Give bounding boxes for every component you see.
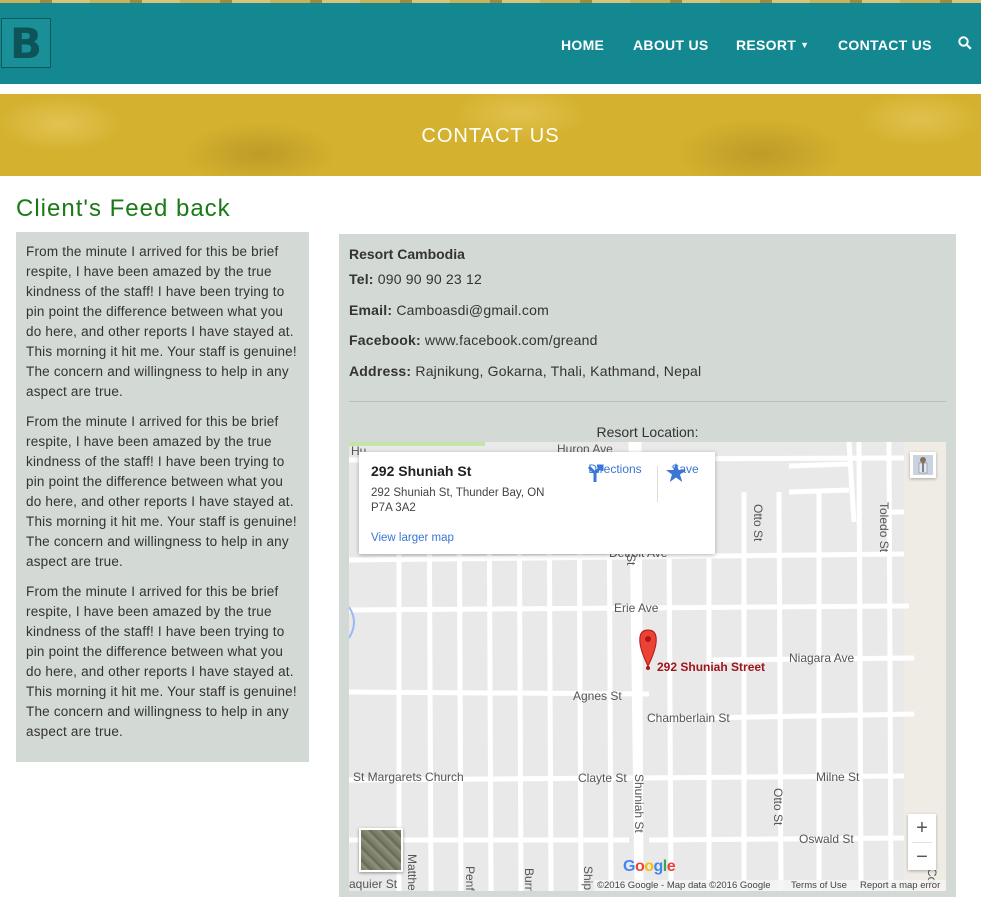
embedded-map[interactable]: Huron Ave Detroit Ave Erie Ave Niagara A… (349, 442, 946, 891)
save-button[interactable]: Save (665, 462, 705, 482)
street-label: St (624, 554, 638, 566)
caret-down-icon: ▼ (800, 40, 810, 50)
street-label: Ship (581, 866, 595, 891)
zoom-out-button[interactable]: − (908, 843, 936, 871)
location-label: Resort Location: (596, 424, 699, 440)
satellite-toggle[interactable] (359, 828, 403, 872)
street-label: Matthe (405, 854, 419, 891)
address-line: Address: Rajnikung, Gokarna, Thali, Kath… (349, 363, 701, 379)
tel-line: Tel: 090 90 90 23 12 (349, 271, 482, 287)
street-label: Erie Ave (614, 601, 659, 615)
map-info-card: 292 Shuniah St 292 Shuniah St, Thunder B… (359, 452, 715, 554)
google-logo[interactable]: Google (623, 858, 676, 876)
tel-value: 090 90 90 23 12 (377, 271, 482, 287)
google-logo-letter: g (653, 858, 664, 875)
street-label: Toledo St (877, 502, 891, 553)
street-label: aquier St (349, 877, 398, 891)
zoom-control: + − (908, 814, 936, 870)
place-address: 292 Shuniah St, Thunder Bay, ON P7A 3A2 (371, 487, 545, 514)
google-logo-letter: o (644, 858, 654, 875)
google-logo-letter: e (666, 858, 676, 875)
page-banner: CONTACT US (0, 94, 981, 176)
google-logo-letter: o (634, 858, 645, 875)
street-label: Chamberlain St (647, 711, 730, 725)
street-label: Shuniah St (632, 774, 646, 833)
street-label: Otto St (751, 504, 765, 542)
divider (657, 466, 658, 502)
feedback-panel: From the minute I arrived for this be br… (16, 232, 309, 762)
feedback-heading: Client's Feed back (16, 195, 231, 222)
facebook-value[interactable]: www.facebook.com/greand (425, 332, 598, 348)
directions-button[interactable]: Directions (584, 462, 646, 482)
street-label: Milne St (816, 770, 860, 784)
street-label: Clayte St (578, 771, 627, 785)
page-title: CONTACT US (421, 125, 560, 147)
tel-label: Tel: (349, 271, 374, 287)
site-logo[interactable]: B (1, 18, 51, 68)
feedback-paragraph: From the minute I arrived for this be br… (26, 244, 297, 399)
facebook-line: Facebook: www.facebook.com/greand (349, 332, 598, 348)
nav-contact-us[interactable]: CONTACT US (838, 37, 932, 53)
map-attribution: ©2016 Google - Map data ©2016 Google Ter… (594, 880, 946, 891)
zoom-in-button[interactable]: + (908, 814, 936, 842)
feedback-paragraph: From the minute I arrived for this be br… (26, 414, 297, 569)
street-view-pegman-icon[interactable] (910, 452, 936, 478)
map-copyright: ©2016 Google - Map data ©2016 Google (597, 880, 771, 891)
street-label: St Margarets Church (353, 770, 464, 784)
address-label: Address: (349, 363, 412, 379)
divider (349, 401, 946, 402)
view-larger-map-link[interactable]: View larger map (371, 532, 454, 544)
feedback-paragraph: From the minute I arrived for this be br… (26, 584, 297, 739)
street-label: Burn (522, 868, 536, 891)
email-label: Email: (349, 302, 393, 318)
report-map-error-link[interactable]: Report a map error (860, 880, 940, 891)
street-label: Oswald St (799, 832, 854, 846)
resort-name: Resort Cambodia (349, 246, 465, 262)
address-value: Rajnikung, Gokarna, Thali, Kathmand, Nep… (415, 363, 702, 379)
street-label: Niagara Ave (789, 651, 855, 665)
place-title: 292 Shuniah St (371, 463, 472, 479)
street-label: Otto St (771, 788, 785, 826)
terms-of-use-link[interactable]: Terms of Use (791, 880, 847, 891)
street-label: Penf (463, 866, 477, 891)
email-line: Email: Camboasdi@gmail.com (349, 302, 549, 318)
nav-about-us[interactable]: ABOUT US (633, 37, 709, 53)
email-value[interactable]: Camboasdi@gmail.com (396, 302, 549, 318)
search-icon[interactable] (958, 36, 972, 55)
contact-panel: Resort Cambodia Tel: 090 90 90 23 12 Ema… (339, 234, 956, 897)
pin-label: 292 Shuniah Street (657, 660, 766, 674)
nav-resort[interactable]: RESORT ▼ (736, 37, 809, 53)
google-logo-letter: G (623, 858, 635, 875)
nav-resort-label: RESORT (736, 37, 797, 53)
site-header: B HOME ABOUT US RESORT ▼ CONTACT US (0, 3, 981, 84)
nav-home[interactable]: HOME (561, 37, 604, 53)
street-label: Agnes St (573, 689, 622, 703)
facebook-label: Facebook: (349, 332, 421, 348)
